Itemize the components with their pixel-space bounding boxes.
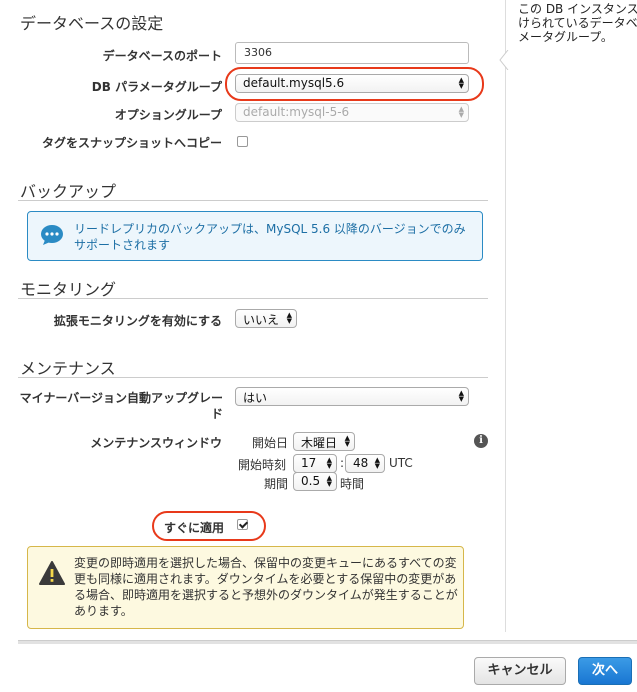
backup-title: バックアップ (20, 182, 117, 201)
timezone-label: UTC (389, 456, 413, 470)
apply-now-label: すぐに適用 (163, 521, 224, 535)
start-time-label: 開始時刻 (238, 458, 287, 472)
apply-now-checkbox[interactable] (237, 519, 248, 530)
copy-tags-label: タグをスナップショットへコピー (41, 136, 222, 150)
monitoring-title: モニタリング (20, 280, 117, 299)
maintenance-window-label: メンテナンスウィンドウ (90, 436, 222, 450)
auto-upgrade-label: マイナーバージョン自動アップグレード (19, 391, 223, 421)
backup-info-box: リードレプリカのバックアップは、MySQL 5.6 以降のバージョンでのみサポー… (27, 211, 483, 261)
duration-label: 期間 (264, 477, 289, 491)
param-group-select[interactable]: default.mysql5.6 ▲ ▼ (235, 74, 469, 93)
port-input[interactable]: 3306 (235, 42, 469, 64)
backup-info-text: リードレプリカのバックアップは、MySQL 5.6 以降のバージョンでのみサポー… (74, 222, 466, 252)
db-settings-title: データベースの設定 (20, 14, 164, 33)
option-group-label: オプショングループ (114, 108, 222, 122)
start-day-select[interactable]: 木曜日 ▲ ▼ (293, 432, 355, 451)
start-day-label: 開始日 (252, 436, 289, 450)
section-divider (18, 200, 488, 201)
duration-value: 0.5 (301, 474, 321, 488)
start-minute-select[interactable]: 48 ▲ ▼ (345, 454, 385, 473)
time-separator: : (340, 456, 345, 470)
start-hour-select[interactable]: 17 ▲ ▼ (293, 454, 337, 473)
enhanced-monitoring-label: 拡張モニタリングを有効にする (53, 314, 222, 328)
start-minute-value: 48 (353, 456, 369, 470)
option-group-select: default:mysql-5-6 ▲ ▼ (235, 103, 469, 122)
cancel-button[interactable]: キャンセル (474, 657, 566, 685)
footer-divider (18, 640, 637, 644)
help-pointer-icon (499, 50, 509, 70)
enhanced-monitoring-value: いいえ (243, 313, 280, 327)
select-arrows-icon: ▲ ▼ (326, 456, 332, 470)
duration-unit: 時間 (340, 477, 365, 491)
port-label: データベースのポート (102, 49, 222, 63)
start-day-value: 木曜日 (301, 436, 338, 450)
chat-bubble-icon (41, 225, 63, 245)
maintenance-title: メンテナンス (20, 359, 116, 378)
option-group-value: default:mysql-5-6 (243, 105, 350, 119)
apply-now-warning-box: 変更の即時適用を選択した場合、保留中の変更キューにあるすべての変更も同様に適用さ… (27, 546, 464, 629)
start-hour-value: 17 (301, 456, 317, 470)
param-group-label: DB パラメータグループ (91, 80, 222, 94)
auto-upgrade-value: はい (243, 391, 268, 405)
param-group-value: default.mysql5.6 (243, 76, 345, 90)
auto-upgrade-select[interactable]: はい ▲ ▼ (235, 387, 469, 406)
select-arrows-icon: ▲ ▼ (344, 434, 350, 448)
side-panel-divider (505, 0, 506, 632)
select-arrows-icon: ▲ ▼ (458, 105, 464, 119)
info-icon[interactable]: i (474, 434, 488, 448)
select-arrows-icon: ▲ ▼ (458, 389, 464, 403)
select-arrows-icon: ▲ ▼ (458, 76, 464, 90)
warning-icon (39, 561, 65, 585)
select-arrows-icon: ▲ ▼ (286, 311, 292, 325)
copy-tags-checkbox[interactable] (237, 136, 248, 147)
section-divider (18, 377, 488, 378)
apply-now-warning-text: 変更の即時適用を選択した場合、保留中の変更キューにあるすべての変更も同様に適用さ… (74, 556, 458, 618)
select-arrows-icon: ▲ ▼ (374, 456, 380, 470)
next-button[interactable]: 次へ (578, 657, 632, 685)
duration-select[interactable]: 0.5 ▲ ▼ (293, 472, 337, 491)
section-divider (18, 298, 488, 299)
enhanced-monitoring-select[interactable]: いいえ ▲ ▼ (235, 309, 297, 328)
select-arrows-icon: ▲ ▼ (326, 474, 332, 488)
side-help-text: この DB インスタンス けられているデータベ メータグループ。 (518, 2, 637, 44)
settings-form: データベースの設定 データベースのポート 3306 DB パラメータグループ d… (0, 0, 505, 640)
